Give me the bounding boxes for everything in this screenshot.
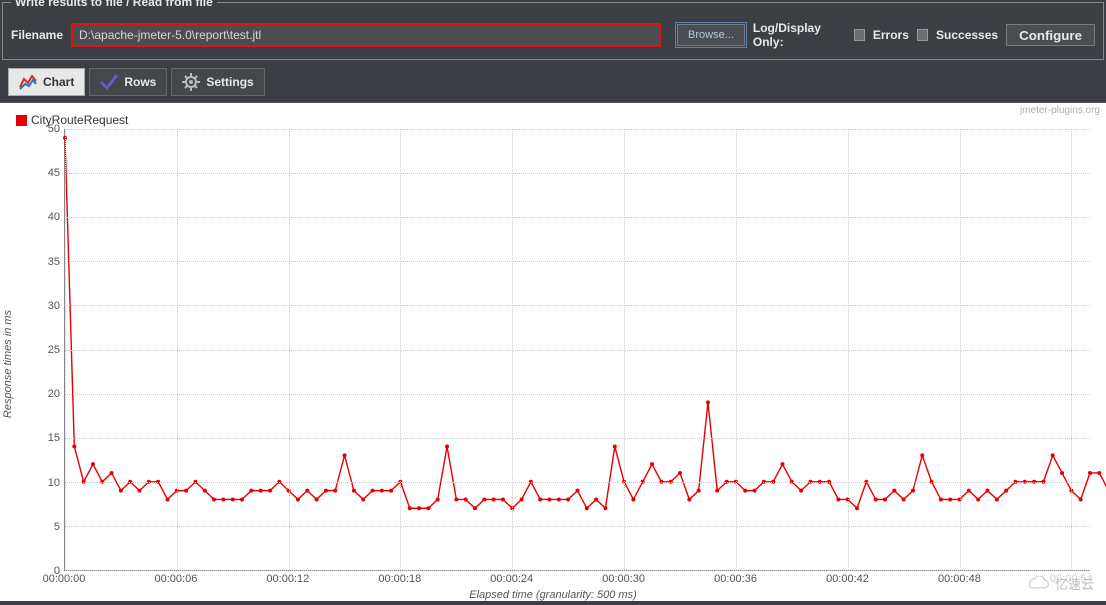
file-row: Filename Browse... Log/Display Only: Err… [11, 21, 1095, 49]
y-ticks: 05101520253035404550 [24, 129, 60, 571]
tab-rows[interactable]: Rows [89, 68, 167, 96]
filename-label: Filename [11, 28, 63, 42]
y-tick: 5 [24, 521, 60, 533]
plot [64, 129, 1090, 571]
brand-text: 亿速云 [1055, 574, 1094, 593]
x-ticks: 00:00:0000:00:0600:00:1200:00:1800:00:24… [64, 573, 1090, 587]
x-tick: 00:00:30 [602, 573, 645, 585]
filename-input[interactable] [71, 23, 661, 47]
tab-settings[interactable]: Settings [171, 68, 264, 96]
y-tick: 40 [24, 211, 60, 223]
x-tick: 00:00:42 [826, 573, 869, 585]
browse-button[interactable]: Browse... [677, 24, 745, 46]
file-panel-title: Write results to file / Read from file [11, 0, 217, 9]
y-tick: 50 [24, 123, 60, 135]
errors-checkbox[interactable] [854, 29, 865, 41]
successes-checkbox[interactable] [917, 29, 928, 41]
y-tick: 35 [24, 256, 60, 268]
x-tick: 00:00:36 [714, 573, 757, 585]
tab-rows-label: Rows [124, 75, 156, 89]
cloud-icon [1025, 576, 1051, 592]
chart-area: jmeter-plugins.org CityRouteRequest Resp… [0, 103, 1106, 601]
plot-wrap: Response times in ms Elapsed time (granu… [16, 129, 1090, 599]
tabbar: Chart Rows Settings [0, 62, 1106, 103]
file-panel: Write results to file / Read from file F… [2, 2, 1104, 60]
chart-icon [19, 73, 37, 91]
plugins-watermark: jmeter-plugins.org [1020, 105, 1100, 116]
y-tick: 15 [24, 432, 60, 444]
x-tick: 00:00:12 [266, 573, 309, 585]
x-tick: 00:00:18 [378, 573, 421, 585]
x-tick: 00:00:24 [490, 573, 533, 585]
x-tick: 00:00:00 [43, 573, 86, 585]
checkmark-icon [100, 73, 118, 91]
successes-label: Successes [936, 28, 998, 42]
x-tick: 00:00:06 [155, 573, 198, 585]
y-tick: 30 [24, 300, 60, 312]
y-tick: 45 [24, 167, 60, 179]
y-tick: 20 [24, 388, 60, 400]
gear-icon [182, 73, 200, 91]
tab-chart[interactable]: Chart [8, 68, 85, 96]
configure-button[interactable]: Configure [1006, 24, 1095, 46]
errors-label: Errors [873, 28, 909, 42]
y-tick: 10 [24, 477, 60, 489]
tab-chart-label: Chart [43, 75, 74, 89]
tab-settings-label: Settings [206, 75, 253, 89]
y-tick: 25 [24, 344, 60, 356]
x-axis-label: Elapsed time (granularity: 500 ms) [469, 589, 637, 601]
log-display-only-label: Log/Display Only: [753, 21, 846, 49]
y-axis-label: Response times in ms [2, 310, 14, 418]
brand-watermark: 亿速云 [1019, 572, 1100, 595]
x-tick: 00:00:48 [938, 573, 981, 585]
